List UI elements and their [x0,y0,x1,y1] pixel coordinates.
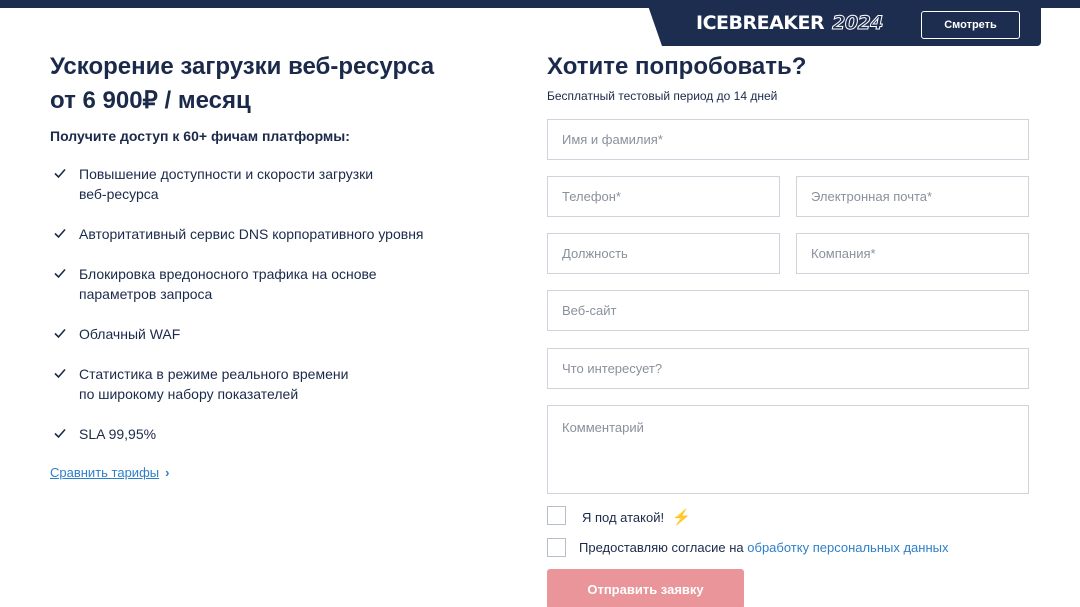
company-field[interactable] [796,233,1029,274]
logo-year: 2024 [832,12,884,35]
compare-plans-link[interactable]: Сравнить тарифы › [50,465,169,480]
check-icon [54,228,66,239]
personal-data-link[interactable]: обработку персональных данных [747,540,948,555]
lightning-icon: ⚡ [672,509,691,526]
icebreaker-logo: ICEBREAKER 2024 [696,12,884,35]
under-attack-label: Я под атакой! ⚡ [582,508,691,526]
consent-text: Предоставляю согласие на [579,540,744,555]
feature-item: SLA 99,95% [50,424,490,444]
icebreaker-banner[interactable]: ICEBREAKER 2024 Смотреть [646,0,1041,46]
check-icon [54,168,66,179]
trial-form-header: Хотите попробовать? Бесплатный тестовый … [547,50,1029,103]
offer-section: Ускорение загрузки веб-ресурса от 6 900₽… [50,50,490,482]
check-icon [54,368,66,379]
consent-label: Предоставляю согласие на обработку персо… [579,540,949,555]
check-icon [54,328,66,339]
feature-text: Блокировка вредоносного трафика на основ… [79,266,377,282]
phone-field[interactable] [547,176,780,217]
comment-field[interactable] [547,405,1029,494]
submit-button[interactable]: Отправить заявку [547,569,744,607]
offer-title-line-2: от 6 900₽ / месяц [50,87,251,114]
feature-text: Авторитативный сервис DNS корпоративного… [79,226,424,242]
feature-item: Облачный WAF [50,324,490,344]
feature-item: Повышение доступности и скорости загрузк… [50,164,490,204]
feature-text: SLA 99,95% [79,426,157,442]
chevron-right-icon: › [165,465,170,480]
form-subtitle: Бесплатный тестовый период до 14 дней [547,89,778,103]
feature-text: веб-ресурса [79,186,159,202]
website-field[interactable] [547,290,1029,331]
feature-item: Статистика в режиме реального времени по… [50,364,490,404]
feature-text: параметров запроса [79,286,213,302]
check-icon [54,428,66,439]
features-list: Повышение доступности и скорости загрузк… [50,164,490,444]
offer-title-line-1: Ускорение загрузки веб-ресурса [50,53,435,80]
interest-field[interactable] [547,348,1029,389]
offer-title: Ускорение загрузки веб-ресурса от 6 900₽… [50,50,490,118]
feature-text: Повышение доступности и скорости загрузк… [79,166,374,182]
under-attack-text: Я под атакой! [582,510,665,525]
features-heading: Получите доступ к 60+ фичам платформы: [50,128,350,144]
feature-text: по широкому набору показателей [79,386,299,402]
compare-plans-label: Сравнить тарифы [50,465,160,480]
feature-text: Облачный WAF [79,326,181,342]
feature-item: Блокировка вредоносного трафика на основ… [50,264,490,304]
consent-checkbox[interactable] [547,538,566,557]
under-attack-checkbox[interactable] [547,506,566,525]
feature-item: Авторитативный сервис DNS корпоративного… [50,224,490,244]
watch-button[interactable]: Смотреть [921,11,1020,39]
email-field[interactable] [796,176,1029,217]
position-field[interactable] [547,233,780,274]
form-title: Хотите попробовать? [547,53,807,80]
name-field[interactable] [547,119,1029,160]
logo-text: ICEBREAKER [696,12,825,34]
feature-text: Статистика в режиме реального времени [79,366,349,382]
check-icon [54,268,66,279]
